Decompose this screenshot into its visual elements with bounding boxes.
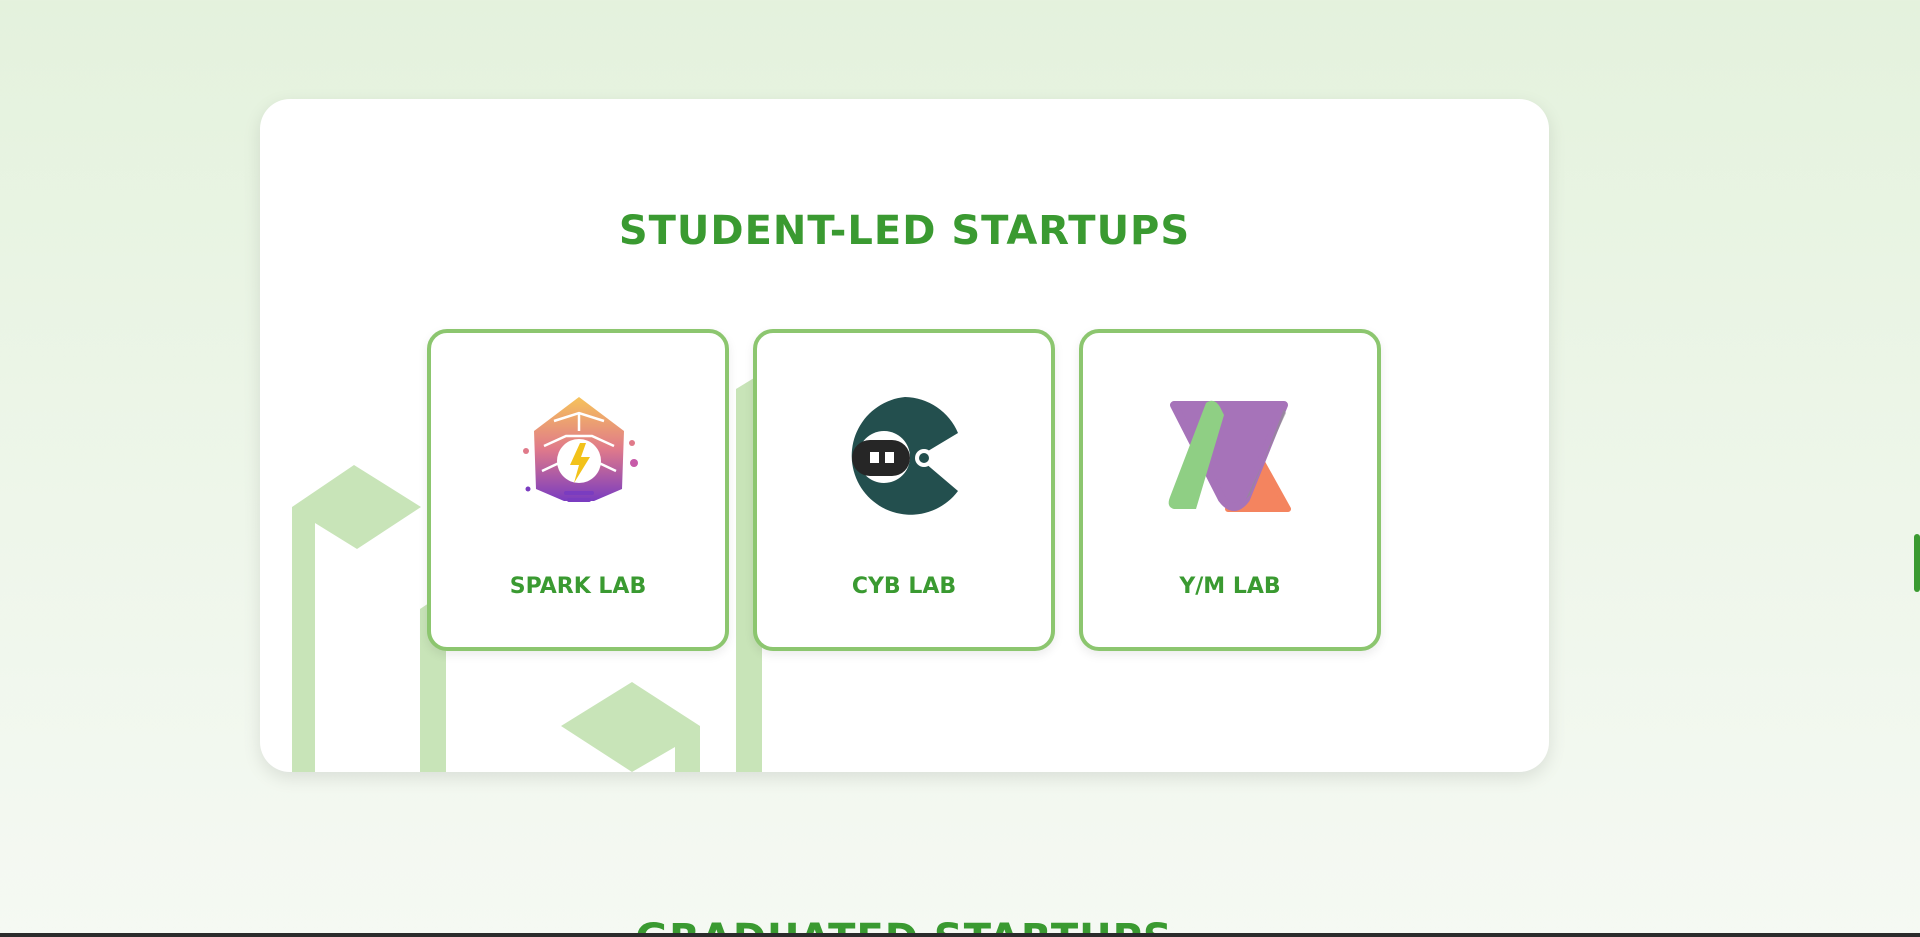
startup-card-label: CYB LAB	[851, 574, 957, 599]
spark-lab-lightbulb-logo-icon	[523, 397, 638, 502]
scrollbar-thumb[interactable]	[1914, 534, 1920, 592]
startup-card-cyb-lab[interactable]: CYB LAB	[753, 329, 1055, 651]
startup-card-label: SPARK LAB	[509, 574, 647, 599]
cyb-lab-robot-logo-icon	[851, 397, 958, 515]
section-title: STUDENT-LED STARTUPS	[618, 208, 1191, 254]
ym-lab-triangles-logo-icon	[1168, 400, 1291, 512]
startup-card-label: Y/M LAB	[1179, 574, 1281, 599]
startup-card-spark-lab[interactable]: SPARK LAB	[427, 329, 729, 651]
startup-card-ym-lab[interactable]: Y/M LAB	[1079, 329, 1381, 651]
footer-divider	[0, 933, 1920, 937]
student-startups-panel: STUDENT-LED STARTUPS SPARK LAB CYB LAB Y…	[260, 99, 1549, 772]
